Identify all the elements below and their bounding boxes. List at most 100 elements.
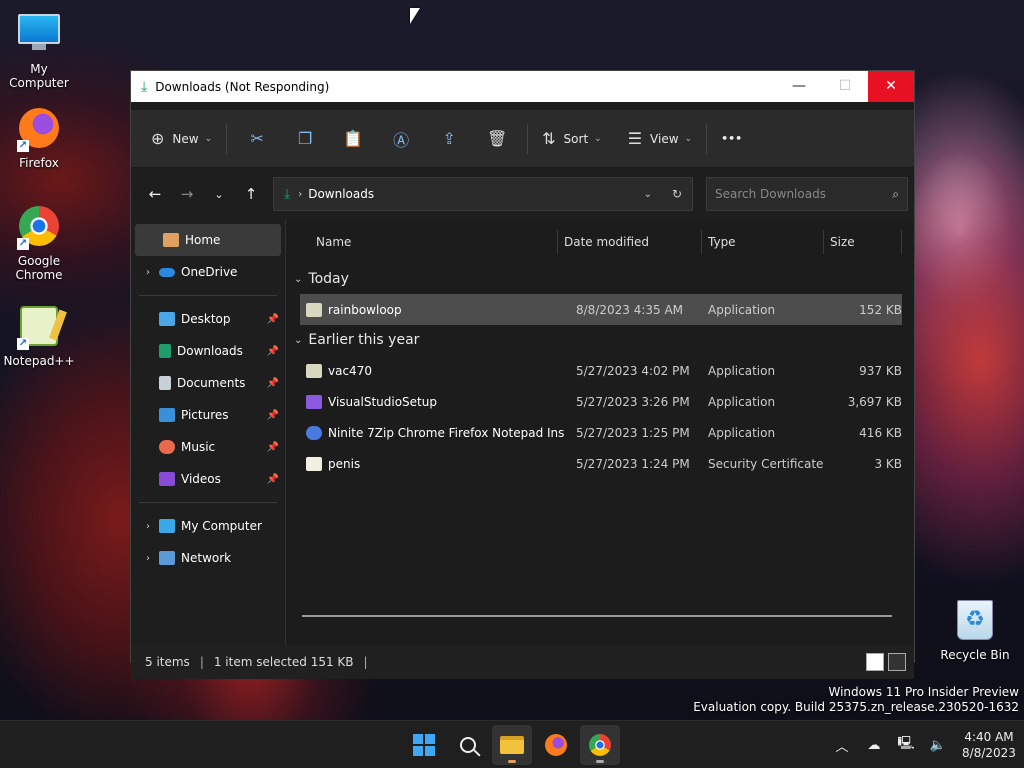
tiles-view-icon[interactable] <box>888 653 906 671</box>
status-bar: 5 items | 1 item selected 151 KB | <box>131 645 914 679</box>
group-header-earlier[interactable]: ⌄ Earlier this year <box>286 325 914 355</box>
share-icon[interactable]: ⇪ <box>425 129 473 148</box>
desktop-icon-notepadpp[interactable]: ↗ Notepad++ <box>0 304 78 368</box>
column-header-name[interactable]: Name <box>286 230 558 254</box>
videos-icon <box>159 472 175 486</box>
chevron-down-icon: ⌄ <box>684 133 693 144</box>
network-icon[interactable]: 🖳 <box>890 734 922 756</box>
horizontal-scrollbar[interactable] <box>302 615 892 617</box>
item-count: 5 items <box>145 655 190 669</box>
pin-icon[interactable]: 📌 <box>267 410 279 421</box>
forward-arrow-icon[interactable]: → <box>171 185 203 203</box>
file-date: 5/27/2023 4:02 PM <box>576 363 690 378</box>
chevron-up-icon[interactable]: ︿ <box>826 736 858 755</box>
up-arrow-icon[interactable]: ↑ <box>235 185 267 203</box>
file-explorer-button[interactable] <box>492 725 532 765</box>
desktop-icon-my-computer[interactable]: My Computer <box>0 10 78 90</box>
pin-icon[interactable]: 📌 <box>267 314 279 325</box>
file-date: 5/27/2023 1:24 PM <box>576 456 690 471</box>
table-row[interactable]: vac470 5/27/2023 4:02 PM Application 937… <box>300 355 902 386</box>
sort-button[interactable]: ⇅ Sort ⌄ <box>534 123 610 155</box>
pin-icon[interactable]: 📌 <box>267 378 279 389</box>
column-header-type[interactable]: Type <box>702 230 824 254</box>
paste-icon[interactable]: 📋 <box>329 129 377 148</box>
more-icon: ••• <box>721 132 743 145</box>
nav-item-documents[interactable]: Documents 📌 <box>131 367 285 399</box>
nav-item-onedrive[interactable]: › OneDrive <box>131 256 285 288</box>
column-header-size[interactable]: Size <box>824 230 902 254</box>
nav-item-my-computer[interactable]: › My Computer <box>131 510 285 542</box>
address-bar[interactable]: ⤓ › Downloads ⌄ ↻ <box>273 177 693 211</box>
nav-divider <box>139 295 277 296</box>
cut-icon[interactable]: ✂ <box>233 129 281 148</box>
nav-label: Desktop <box>181 312 231 326</box>
navigation-pane: Home › OneDrive Desktop 📌 Downloads 📌 Do… <box>131 220 286 645</box>
chevron-right-icon[interactable]: › <box>137 267 159 278</box>
certificate-icon <box>306 456 322 471</box>
file-size: 3 KB <box>874 456 902 471</box>
table-row[interactable]: penis 5/27/2023 1:24 PM Security Certifi… <box>300 448 902 479</box>
chevron-down-icon: ⌄ <box>204 133 213 144</box>
table-row[interactable]: VisualStudioSetup 5/27/2023 3:26 PM Appl… <box>300 386 902 417</box>
file-name: penis <box>328 456 361 471</box>
title-bar[interactable]: ⤓ Downloads (Not Responding) — ☐ ✕ <box>131 71 914 102</box>
delete-icon[interactable]: 🗑 <box>473 129 521 148</box>
chevron-down-icon: ⌄ <box>294 334 303 346</box>
view-label: View <box>650 131 679 146</box>
file-date: 5/27/2023 1:25 PM <box>576 425 690 440</box>
chevron-right-icon[interactable]: › <box>137 521 159 532</box>
file-size: 152 KB <box>859 302 902 317</box>
volume-icon[interactable]: 🔈 <box>922 738 954 753</box>
recent-locations-chevron-icon[interactable]: ⌄ <box>203 188 235 201</box>
file-date: 5/27/2023 3:26 PM <box>576 394 690 409</box>
back-arrow-icon[interactable]: ← <box>139 185 171 203</box>
firefox-taskbar-button[interactable] <box>536 725 576 765</box>
running-indicator <box>508 760 516 763</box>
search-box[interactable]: Search Downloads ⌕ <box>706 177 908 211</box>
search-placeholder: Search Downloads <box>715 187 826 201</box>
notepadpp-icon: ↗ <box>17 306 61 350</box>
visual-studio-icon <box>306 394 322 409</box>
chevron-right-icon[interactable]: › <box>137 553 159 564</box>
pin-icon[interactable]: 📌 <box>267 442 279 453</box>
group-header-today[interactable]: ⌄ Today <box>286 264 914 294</box>
nav-item-music[interactable]: Music 📌 <box>131 431 285 463</box>
table-row[interactable]: Ninite 7Zip Chrome Firefox Notepad Inst.… <box>300 417 902 448</box>
nav-item-videos[interactable]: Videos 📌 <box>131 463 285 495</box>
table-row[interactable]: rainbowloop 8/8/2023 4:35 AM Application… <box>300 294 902 325</box>
nav-item-home[interactable]: Home <box>135 224 281 256</box>
new-button[interactable]: ⊕ New ⌄ <box>143 123 220 155</box>
pin-icon[interactable]: 📌 <box>267 346 279 357</box>
nav-item-network[interactable]: › Network <box>131 542 285 574</box>
pin-icon[interactable]: 📌 <box>267 474 279 485</box>
nav-item-pictures[interactable]: Pictures 📌 <box>131 399 285 431</box>
maximize-button[interactable]: ☐ <box>822 71 868 102</box>
search-button[interactable] <box>448 725 488 765</box>
nav-label: Pictures <box>181 408 229 422</box>
refresh-icon[interactable]: ↻ <box>672 187 682 201</box>
windows-logo-icon <box>413 734 435 756</box>
close-button[interactable]: ✕ <box>868 71 914 102</box>
copy-icon[interactable]: ❐ <box>281 129 329 148</box>
sort-icon: ⇅ <box>542 129 556 148</box>
nav-item-desktop[interactable]: Desktop 📌 <box>131 303 285 335</box>
details-view-icon[interactable] <box>866 653 884 671</box>
minimize-button[interactable]: — <box>776 71 822 102</box>
desktop-icon <box>159 312 175 326</box>
onedrive-offline-icon[interactable]: ☁ <box>858 738 890 753</box>
ninite-icon <box>306 425 322 440</box>
column-header-date[interactable]: Date modified <box>558 230 702 254</box>
rename-icon[interactable]: Ⓐ <box>377 127 425 151</box>
desktop-icon-chrome[interactable]: ↗ Google Chrome <box>0 204 78 282</box>
desktop-icon-firefox[interactable]: ↗ Firefox <box>0 106 78 170</box>
chevron-down-icon[interactable]: ⌄ <box>644 189 652 200</box>
more-options-button[interactable]: ••• <box>713 123 750 155</box>
nav-item-downloads[interactable]: Downloads 📌 <box>131 335 285 367</box>
start-button[interactable] <box>404 725 444 765</box>
desktop-icon-recycle-bin[interactable]: ♻ Recycle Bin <box>936 598 1014 662</box>
chrome-taskbar-button[interactable] <box>580 725 620 765</box>
status-separator: | <box>199 655 204 669</box>
clock[interactable]: 4:40 AM 8/8/2023 <box>954 729 1024 761</box>
running-indicator <box>596 760 604 763</box>
view-button[interactable]: ☰ View ⌄ <box>620 123 700 155</box>
